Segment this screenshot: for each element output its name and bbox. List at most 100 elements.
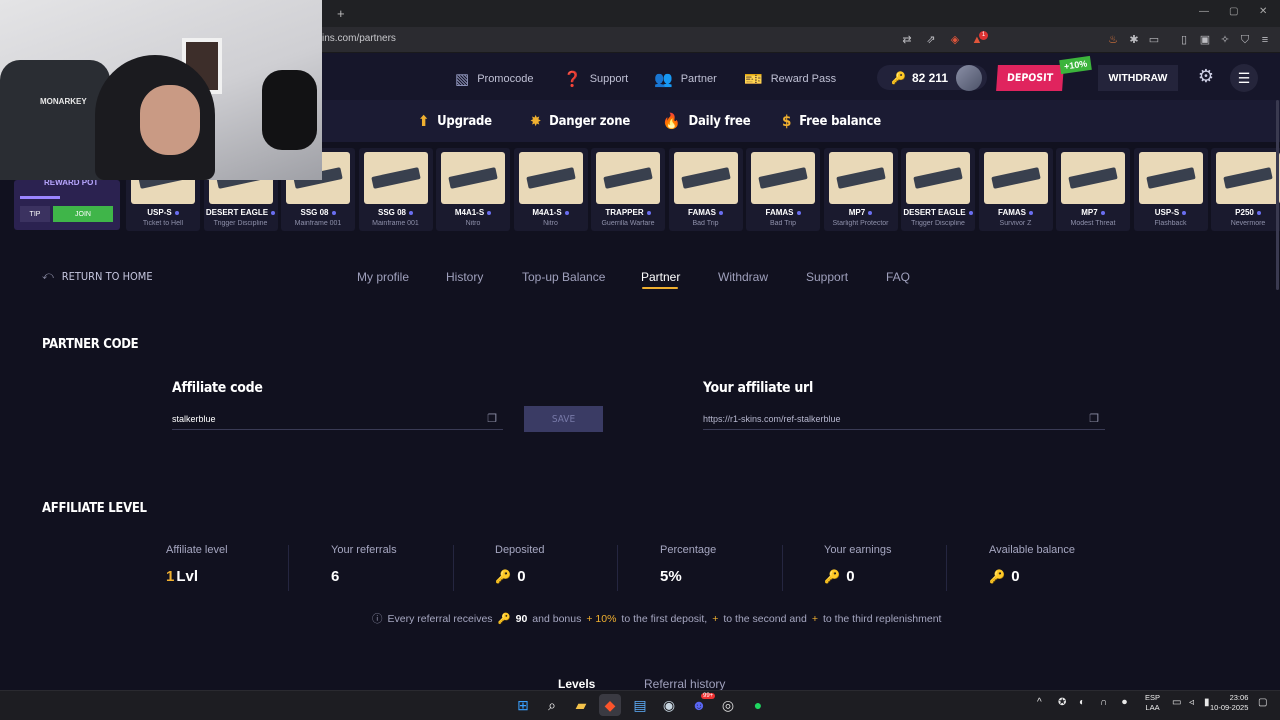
tray-mic-icon[interactable]: ⏺ [1122, 697, 1127, 708]
drop-card[interactable]: MP7 Modest Threat [1056, 148, 1130, 231]
wallet-icon[interactable]: ▣ [1198, 33, 1212, 47]
panel-icon[interactable]: ▯ [1177, 33, 1191, 47]
stat-label: Available balance [989, 544, 1076, 556]
weapon-label: MP7 [1081, 208, 1098, 217]
volume-icon[interactable]: ◃ [1189, 697, 1194, 708]
return-to-home-link[interactable]: ⤺ RETURN TO HOME [42, 269, 153, 283]
subnav-danger-zone[interactable]: ✸ Danger zone [530, 112, 630, 130]
minimize-button[interactable]: — [1199, 6, 1209, 17]
sidebar-icon[interactable]: ▭ [1147, 33, 1161, 47]
weapon-shape [370, 167, 421, 189]
weapon-shape [680, 167, 731, 189]
copy-icon[interactable]: ❐ [487, 412, 497, 425]
affiliate-code-input[interactable]: stalkerblue ❐ [172, 408, 503, 430]
nav-support[interactable]: ❓ Support [563, 70, 628, 88]
subnav-upgrade[interactable]: ⬆ Upgrade [418, 112, 492, 130]
photos-icon[interactable]: ▤ [629, 694, 651, 716]
withdraw-button[interactable]: WITHDRAW [1098, 65, 1178, 91]
notification-icon[interactable]: ▢ [1258, 697, 1267, 708]
leo-icon[interactable]: ✧ [1218, 33, 1232, 47]
join-button[interactable]: JOIN [53, 206, 113, 222]
avatar[interactable] [956, 65, 982, 91]
partner-icon: 👥 [654, 71, 673, 88]
skin-name: Ticket to Hell [142, 220, 184, 227]
search-icon[interactable]: ⌕ [541, 694, 563, 716]
drop-card[interactable]: M4A1-S Nitro [436, 148, 510, 231]
weapon-name: FAMAS [979, 208, 1053, 217]
weapon-label: M4A1-S [454, 208, 485, 217]
nav-label: Support [589, 73, 629, 85]
tray-chevron-icon[interactable]: ^ [1037, 697, 1042, 708]
settings-gear-icon[interactable]: ⚙ [1195, 66, 1217, 88]
subnav-daily-free[interactable]: 🔥 Daily free [662, 112, 751, 130]
explosion-icon: ✸ [530, 112, 542, 130]
tab-faq[interactable]: FAQ [886, 270, 910, 284]
tip-button[interactable]: TIP [20, 206, 50, 222]
deposit-button[interactable]: DEPOSIT [996, 65, 1064, 91]
subnav-label: Danger zone [549, 113, 631, 129]
battery-icon[interactable]: ▮ [1204, 697, 1210, 708]
affiliate-level-heading: AFFILIATE LEVEL [42, 501, 147, 516]
tab-partner[interactable]: Partner [641, 270, 680, 284]
subnav-free-balance[interactable]: $ Free balance [782, 112, 881, 130]
copy-url-icon[interactable]: ❐ [1089, 412, 1099, 425]
save-button[interactable]: SAVE [524, 406, 603, 432]
drop-card[interactable]: USP-S Flashback [1133, 148, 1208, 231]
nav-promocode[interactable]: ▧ Promocode [455, 70, 533, 88]
translate-icon[interactable]: ⇄ [900, 33, 914, 47]
drop-card[interactable]: M4A1-S Nitro [513, 148, 588, 231]
drop-card[interactable]: SSG 08 Mainframe 001 [358, 148, 433, 231]
vpn-icon[interactable]: ⛉ [1238, 33, 1252, 47]
puzzle-icon[interactable]: ✱ [1127, 33, 1141, 47]
note-text: and bonus [532, 612, 582, 625]
drop-card[interactable]: FAMAS Bad Trip [746, 148, 820, 231]
nav-label: Promocode [477, 73, 534, 85]
tab-levels[interactable]: Levels [558, 677, 595, 691]
tab-withdraw[interactable]: Withdraw [718, 270, 768, 284]
drop-card[interactable]: P250 Nevermore [1211, 148, 1280, 231]
lang-code: ESP [1145, 693, 1161, 702]
lang-layout: LAA [1145, 703, 1160, 712]
skin-image [673, 152, 738, 204]
tray-steam-icon[interactable]: ◐ [1079, 697, 1085, 708]
drop-card[interactable]: DESERT EAGLE Trigger Discipline [901, 148, 975, 231]
tab-my-profile[interactable]: My profile [357, 270, 409, 284]
browser-menu-icon[interactable]: ≡ [1258, 33, 1272, 47]
tab-referral-history[interactable]: Referral history [644, 677, 725, 691]
file-explorer-icon[interactable]: ▰ [570, 694, 592, 716]
clock[interactable]: 23:06 10-09-2025 [1210, 693, 1248, 713]
affiliate-url-input[interactable]: https://r1-skins.com/ref-stalkerblue ❐ [703, 408, 1105, 430]
tab-support[interactable]: Support [806, 270, 848, 284]
brave-browser-icon[interactable]: ◆ [599, 694, 621, 716]
subnav-label: Upgrade [437, 113, 492, 129]
drop-card[interactable]: FAMAS Survivor Z [978, 148, 1053, 231]
spotify-icon[interactable]: ● [747, 694, 769, 716]
drop-card[interactable]: TRAPPER Guerrilla Warfare [591, 148, 665, 231]
network-icon[interactable]: ▭ [1172, 697, 1181, 708]
steam-icon[interactable]: ◉ [658, 694, 680, 716]
tab-top-up-balance[interactable]: Top-up Balance [522, 270, 605, 284]
rarity-dot [1256, 210, 1261, 215]
weapon-shape [990, 167, 1041, 189]
close-window-button[interactable]: ✕ [1259, 6, 1267, 17]
nav-partner[interactable]: 👥 Partner [654, 70, 717, 88]
windows-start-icon[interactable]: ⊞ [512, 694, 534, 716]
maximize-button[interactable]: ▢ [1229, 6, 1238, 17]
divider [782, 545, 783, 591]
nav-reward-pass[interactable]: 🎫 Reward Pass [744, 70, 836, 88]
page-scrollbar[interactable] [1276, 100, 1279, 290]
skin-name: Nevermore [1230, 220, 1266, 227]
drop-card[interactable]: MP7 Starlight Protector [823, 148, 898, 231]
language-indicator[interactable]: ESP LAA [1145, 693, 1160, 713]
new-tab-button[interactable]: + [337, 6, 345, 21]
tab-history[interactable]: History [446, 270, 483, 284]
app-icon[interactable]: ◎ [717, 694, 739, 716]
address-bar[interactable]: ins.com/partners [322, 33, 396, 44]
share-icon[interactable]: ⇗ [924, 33, 938, 47]
tray-headset-icon[interactable]: ∩ [1100, 697, 1107, 708]
fire-extension-icon[interactable]: ♨ [1106, 33, 1120, 47]
tray-app-icon[interactable]: ✪ [1058, 697, 1066, 708]
hamburger-menu-icon[interactable]: ☰ [1230, 64, 1258, 92]
brave-shield-icon[interactable]: ◈ [948, 33, 962, 47]
drop-card[interactable]: FAMAS Bad Trip [668, 148, 743, 231]
